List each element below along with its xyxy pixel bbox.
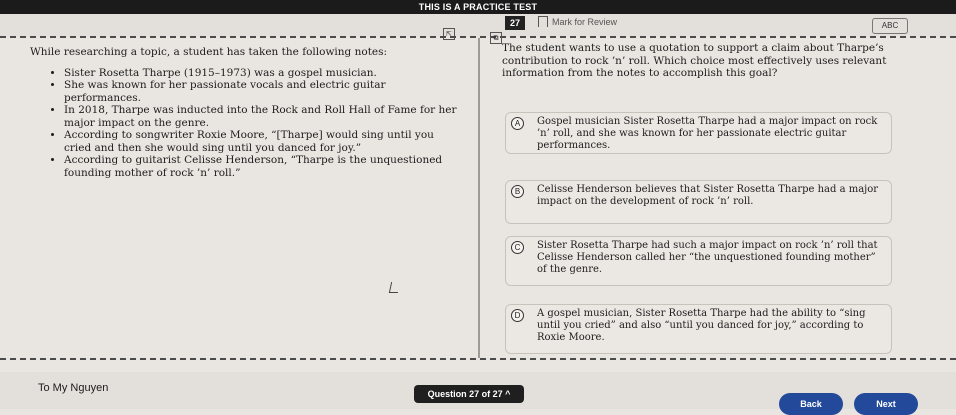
notes-list: Sister Rosetta Tharpe (1915–1973) was a … [30,67,460,180]
choice-letter: A [511,117,524,130]
back-button[interactable]: Back [779,393,843,415]
student-name: To My Nguyen [38,382,109,394]
question-stem: The student wants to use a quotation to … [502,42,887,79]
answer-eliminator-button[interactable]: ABC [872,18,908,34]
passage-intro: While researching a topic, a student has… [30,46,388,58]
choice-text: Celisse Henderson believes that Sister R… [537,184,879,207]
note-item: According to songwriter Roxie Moore, “[T… [64,129,460,154]
mouse-cursor-icon [388,282,401,293]
mark-for-review-label: Mark for Review [552,16,618,27]
expand-icon[interactable]: ⇱ [443,28,455,40]
answer-choice-a[interactable]: A Gospel musician Sister Rosetta Tharpe … [505,112,892,154]
next-button[interactable]: Next [854,393,918,415]
answer-choice-d[interactable]: D A gospel musician, Sister Rosetta Thar… [505,304,892,354]
note-item: She was known for her passionate vocals … [64,79,460,104]
bookmark-icon [538,16,548,27]
choice-text: Sister Rosetta Tharpe had such a major i… [537,240,878,275]
note-item: Sister Rosetta Tharpe (1915–1973) was a … [64,67,460,80]
answer-choice-c[interactable]: C Sister Rosetta Tharpe had such a major… [505,236,892,286]
question-panel: The student wants to use a quotation to … [502,42,892,80]
choice-letter: C [511,241,524,254]
choice-letter: D [511,309,524,322]
note-item: According to guitarist Celisse Henderson… [64,154,460,179]
mark-for-review-button[interactable]: Mark for Review [538,16,617,27]
answer-choice-b[interactable]: B Celisse Henderson believes that Sister… [505,180,892,224]
question-number-badge: 27 [505,16,525,30]
practice-test-banner: THIS IS A PRACTICE TEST [0,0,956,14]
choice-text: A gospel musician, Sister Rosetta Tharpe… [537,308,866,343]
note-item: In 2018, Tharpe was inducted into the Ro… [64,104,460,129]
choice-letter: B [511,185,524,198]
choice-text: Gospel musician Sister Rosetta Tharpe ha… [537,116,878,151]
footer-divider [0,358,956,360]
passage-panel: While researching a topic, a student has… [30,46,460,179]
panel-divider[interactable] [478,38,480,358]
test-header [0,14,956,36]
split-view-icon[interactable]: ⧉ [490,32,502,44]
question-navigator-button[interactable]: Question 27 of 27 ^ [414,385,524,403]
